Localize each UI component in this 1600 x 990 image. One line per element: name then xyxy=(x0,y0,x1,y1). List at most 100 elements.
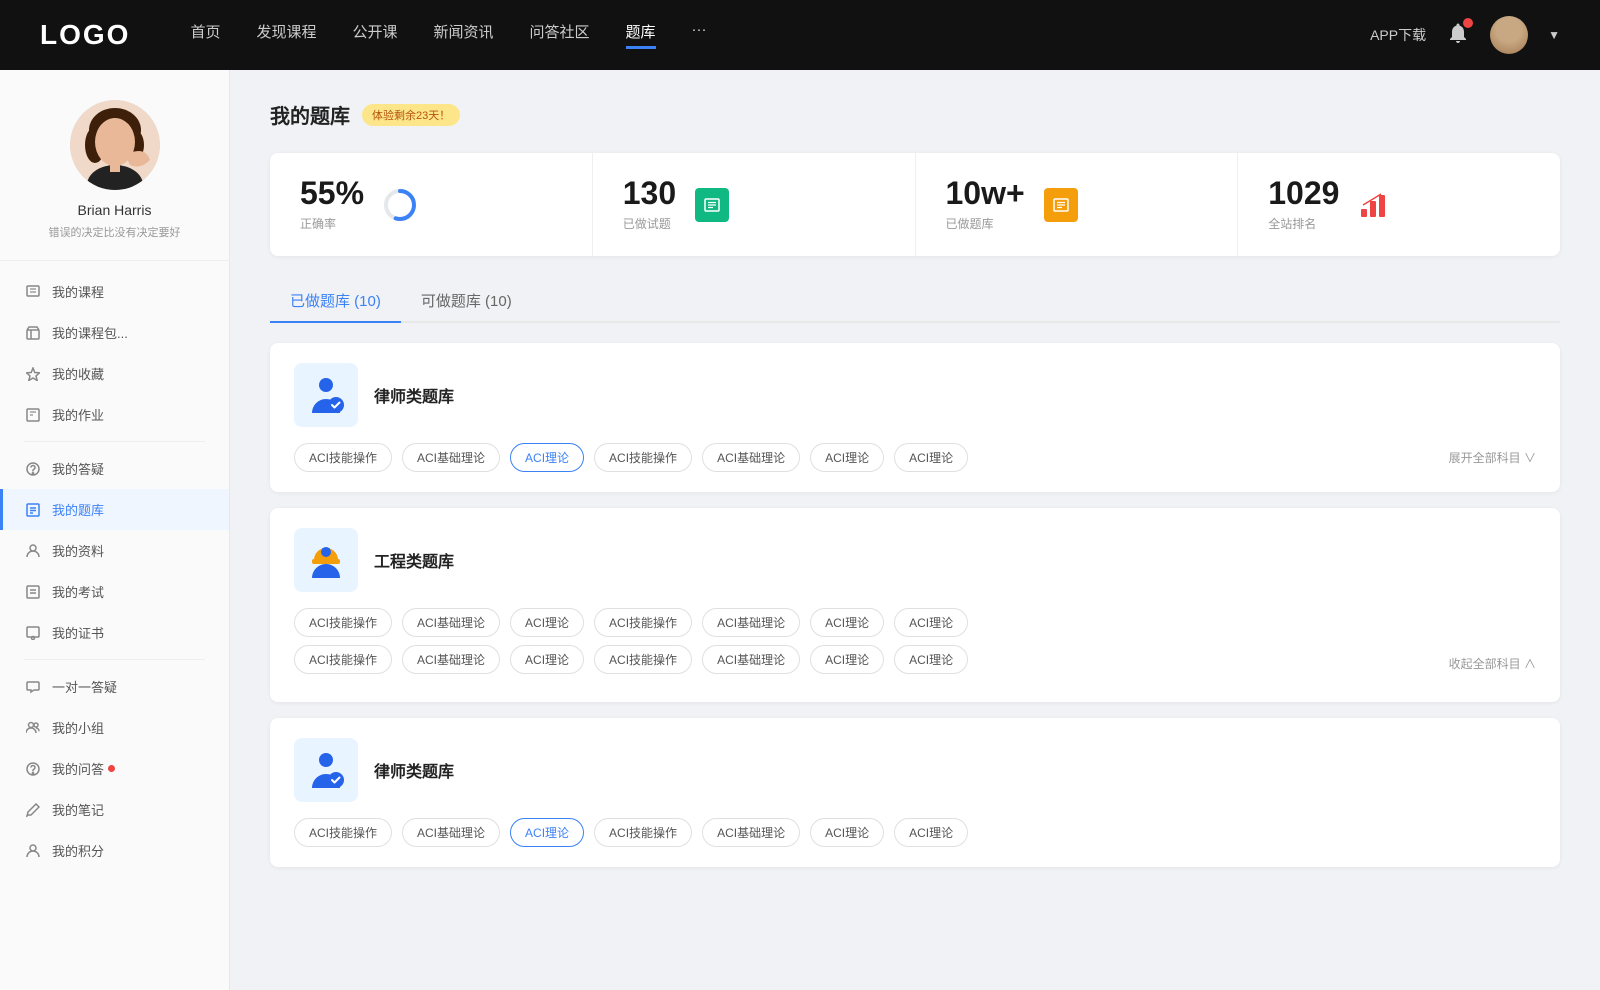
tab-available[interactable]: 可做题库 (10) xyxy=(401,280,532,323)
sidebar-item-my-homework[interactable]: 我的作业 xyxy=(0,394,229,435)
sidebar-item-my-collection[interactable]: 我的收藏 xyxy=(0,353,229,394)
tag-3-5[interactable]: ACI基础理论 xyxy=(702,818,800,847)
user-menu-chevron[interactable]: ▼ xyxy=(1548,28,1560,42)
tag-2-12[interactable]: ACI基础理论 xyxy=(702,645,800,674)
qbank-card-3-header: 律师类题库 xyxy=(294,738,1536,802)
tag-1-6[interactable]: ACI理论 xyxy=(810,443,884,472)
my-homework-icon xyxy=(24,406,42,424)
tag-1-7[interactable]: ACI理论 xyxy=(894,443,968,472)
tag-2-13[interactable]: ACI理论 xyxy=(810,645,884,674)
sidebar-label-my-notes: 我的笔记 xyxy=(52,800,104,819)
stat-banks-text: 10w+ 已做题库 xyxy=(946,177,1025,232)
app-download-button[interactable]: APP下载 xyxy=(1370,25,1426,45)
nav-home[interactable]: 首页 xyxy=(190,21,220,49)
engineer-icon xyxy=(304,538,348,582)
sidebar-item-my-cert[interactable]: 我的证书 xyxy=(0,612,229,653)
sidebar-label-one-on-one: 一对一答疑 xyxy=(52,677,117,696)
lawyer-icon xyxy=(304,373,348,417)
tag-1-1[interactable]: ACI技能操作 xyxy=(294,443,392,472)
tag-2-11[interactable]: ACI技能操作 xyxy=(594,645,692,674)
tag-3-1[interactable]: ACI技能操作 xyxy=(294,818,392,847)
stat-rank-label: 全站排名 xyxy=(1268,215,1339,232)
nav-qa[interactable]: 问答社区 xyxy=(530,21,590,49)
tag-2-7[interactable]: ACI理论 xyxy=(894,608,968,637)
tag-2-8[interactable]: ACI技能操作 xyxy=(294,645,392,674)
sidebar-label-my-points: 我的积分 xyxy=(52,841,104,860)
sidebar-item-my-group[interactable]: 我的小组 xyxy=(0,707,229,748)
stat-rank-value: 1029 xyxy=(1268,177,1339,209)
sidebar-item-my-qbank[interactable]: 我的题库 xyxy=(0,489,229,530)
stat-rank: 1029 全站排名 xyxy=(1238,153,1560,256)
sidebar-username: Brian Harris xyxy=(20,202,209,218)
yellow-list-icon xyxy=(1044,188,1078,222)
tag-1-4[interactable]: ACI技能操作 xyxy=(594,443,692,472)
nav-more[interactable]: ··· xyxy=(692,21,707,49)
stat-rank-text: 1029 全站排名 xyxy=(1268,177,1339,232)
sidebar-item-one-on-one[interactable]: 一对一答疑 xyxy=(0,666,229,707)
notification-bell[interactable] xyxy=(1446,21,1470,50)
my-qbank-icon xyxy=(24,501,42,519)
nav-news[interactable]: 新闻资讯 xyxy=(434,21,494,49)
main-content: 我的题库 体验剩余23天！ 55% 正确率 xyxy=(230,70,1600,990)
tab-done[interactable]: 已做题库 (10) xyxy=(270,280,401,323)
sidebar-label-my-homework: 我的作业 xyxy=(52,405,104,424)
tag-3-3[interactable]: ACI理论 xyxy=(510,818,584,847)
tag-1-3[interactable]: ACI理论 xyxy=(510,443,584,472)
my-cert-icon xyxy=(24,624,42,642)
nav-links: 首页 发现课程 公开课 新闻资讯 问答社区 题库 ··· xyxy=(190,21,1370,49)
rank-icon xyxy=(1355,185,1395,225)
sidebar-item-my-questions[interactable]: 我的问答 xyxy=(0,748,229,789)
tag-2-5[interactable]: ACI基础理论 xyxy=(702,608,800,637)
stat-done-value: 130 xyxy=(623,177,676,209)
sidebar-label-my-qa: 我的答疑 xyxy=(52,459,104,478)
nav-qbank[interactable]: 题库 xyxy=(626,21,656,49)
sidebar-label-my-package: 我的课程包... xyxy=(52,323,128,342)
tabs-row: 已做题库 (10) 可做题库 (10) xyxy=(270,280,1560,323)
my-profile-icon xyxy=(24,542,42,560)
qbank-card-2-tags-row1: ACI技能操作 ACI基础理论 ACI理论 ACI技能操作 ACI基础理论 AC… xyxy=(294,608,1536,637)
sidebar-item-my-notes[interactable]: 我的笔记 xyxy=(0,789,229,830)
tag-1-5[interactable]: ACI基础理论 xyxy=(702,443,800,472)
expand-link-1[interactable]: 展开全部科目 ∨ xyxy=(1449,449,1536,466)
qbank-card-2-title: 工程类题库 xyxy=(374,548,454,572)
tag-2-10[interactable]: ACI理论 xyxy=(510,645,584,674)
my-collection-icon xyxy=(24,365,42,383)
top-navigation: LOGO 首页 发现课程 公开课 新闻资讯 问答社区 题库 ··· APP下载 … xyxy=(0,0,1600,70)
tag-3-7[interactable]: ACI理论 xyxy=(894,818,968,847)
done-questions-icon xyxy=(692,185,732,225)
tag-3-4[interactable]: ACI技能操作 xyxy=(594,818,692,847)
tag-3-6[interactable]: ACI理论 xyxy=(810,818,884,847)
sidebar-divider-2 xyxy=(24,659,205,660)
tag-2-14[interactable]: ACI理论 xyxy=(894,645,968,674)
trial-badge: 体验剩余23天！ xyxy=(362,104,460,126)
sidebar-item-my-qa[interactable]: 我的答疑 xyxy=(0,448,229,489)
sidebar-item-my-exam[interactable]: 我的考试 xyxy=(0,571,229,612)
tag-3-2[interactable]: ACI基础理论 xyxy=(402,818,500,847)
sidebar-item-my-points[interactable]: 我的积分 xyxy=(0,830,229,871)
page-wrapper: Brian Harris 错误的决定比没有决定要好 我的课程 我的课程包... xyxy=(0,70,1600,990)
tag-2-4[interactable]: ACI技能操作 xyxy=(594,608,692,637)
collapse-link-2[interactable]: 收起全部科目 ∧ xyxy=(1449,655,1536,672)
tag-2-9[interactable]: ACI基础理论 xyxy=(402,645,500,674)
sidebar-label-my-profile: 我的资料 xyxy=(52,541,104,560)
nav-discover[interactable]: 发现课程 xyxy=(256,21,316,49)
sidebar-item-my-package[interactable]: 我的课程包... xyxy=(0,312,229,353)
my-points-icon xyxy=(24,842,42,860)
tag-2-1[interactable]: ACI技能操作 xyxy=(294,608,392,637)
tag-2-6[interactable]: ACI理论 xyxy=(810,608,884,637)
sidebar-item-my-profile[interactable]: 我的资料 xyxy=(0,530,229,571)
my-notes-icon xyxy=(24,801,42,819)
tag-1-2[interactable]: ACI基础理论 xyxy=(402,443,500,472)
tag-2-3[interactable]: ACI理论 xyxy=(510,608,584,637)
stats-row: 55% 正确率 130 已做试题 xyxy=(270,153,1560,256)
tag-2-2[interactable]: ACI基础理论 xyxy=(402,608,500,637)
qbank-card-2-icon-wrap xyxy=(294,528,358,592)
stat-done-text: 130 已做试题 xyxy=(623,177,676,232)
stat-accuracy-label: 正确率 xyxy=(300,215,364,232)
nav-open-course[interactable]: 公开课 xyxy=(352,21,397,49)
sidebar-item-my-course[interactable]: 我的课程 xyxy=(0,271,229,312)
user-avatar[interactable] xyxy=(1490,16,1528,54)
my-package-icon xyxy=(24,324,42,342)
qbank-card-1-tags: ACI技能操作 ACI基础理论 ACI理论 ACI技能操作 ACI基础理论 AC… xyxy=(294,443,1536,472)
sidebar-label-my-cert: 我的证书 xyxy=(52,623,104,642)
